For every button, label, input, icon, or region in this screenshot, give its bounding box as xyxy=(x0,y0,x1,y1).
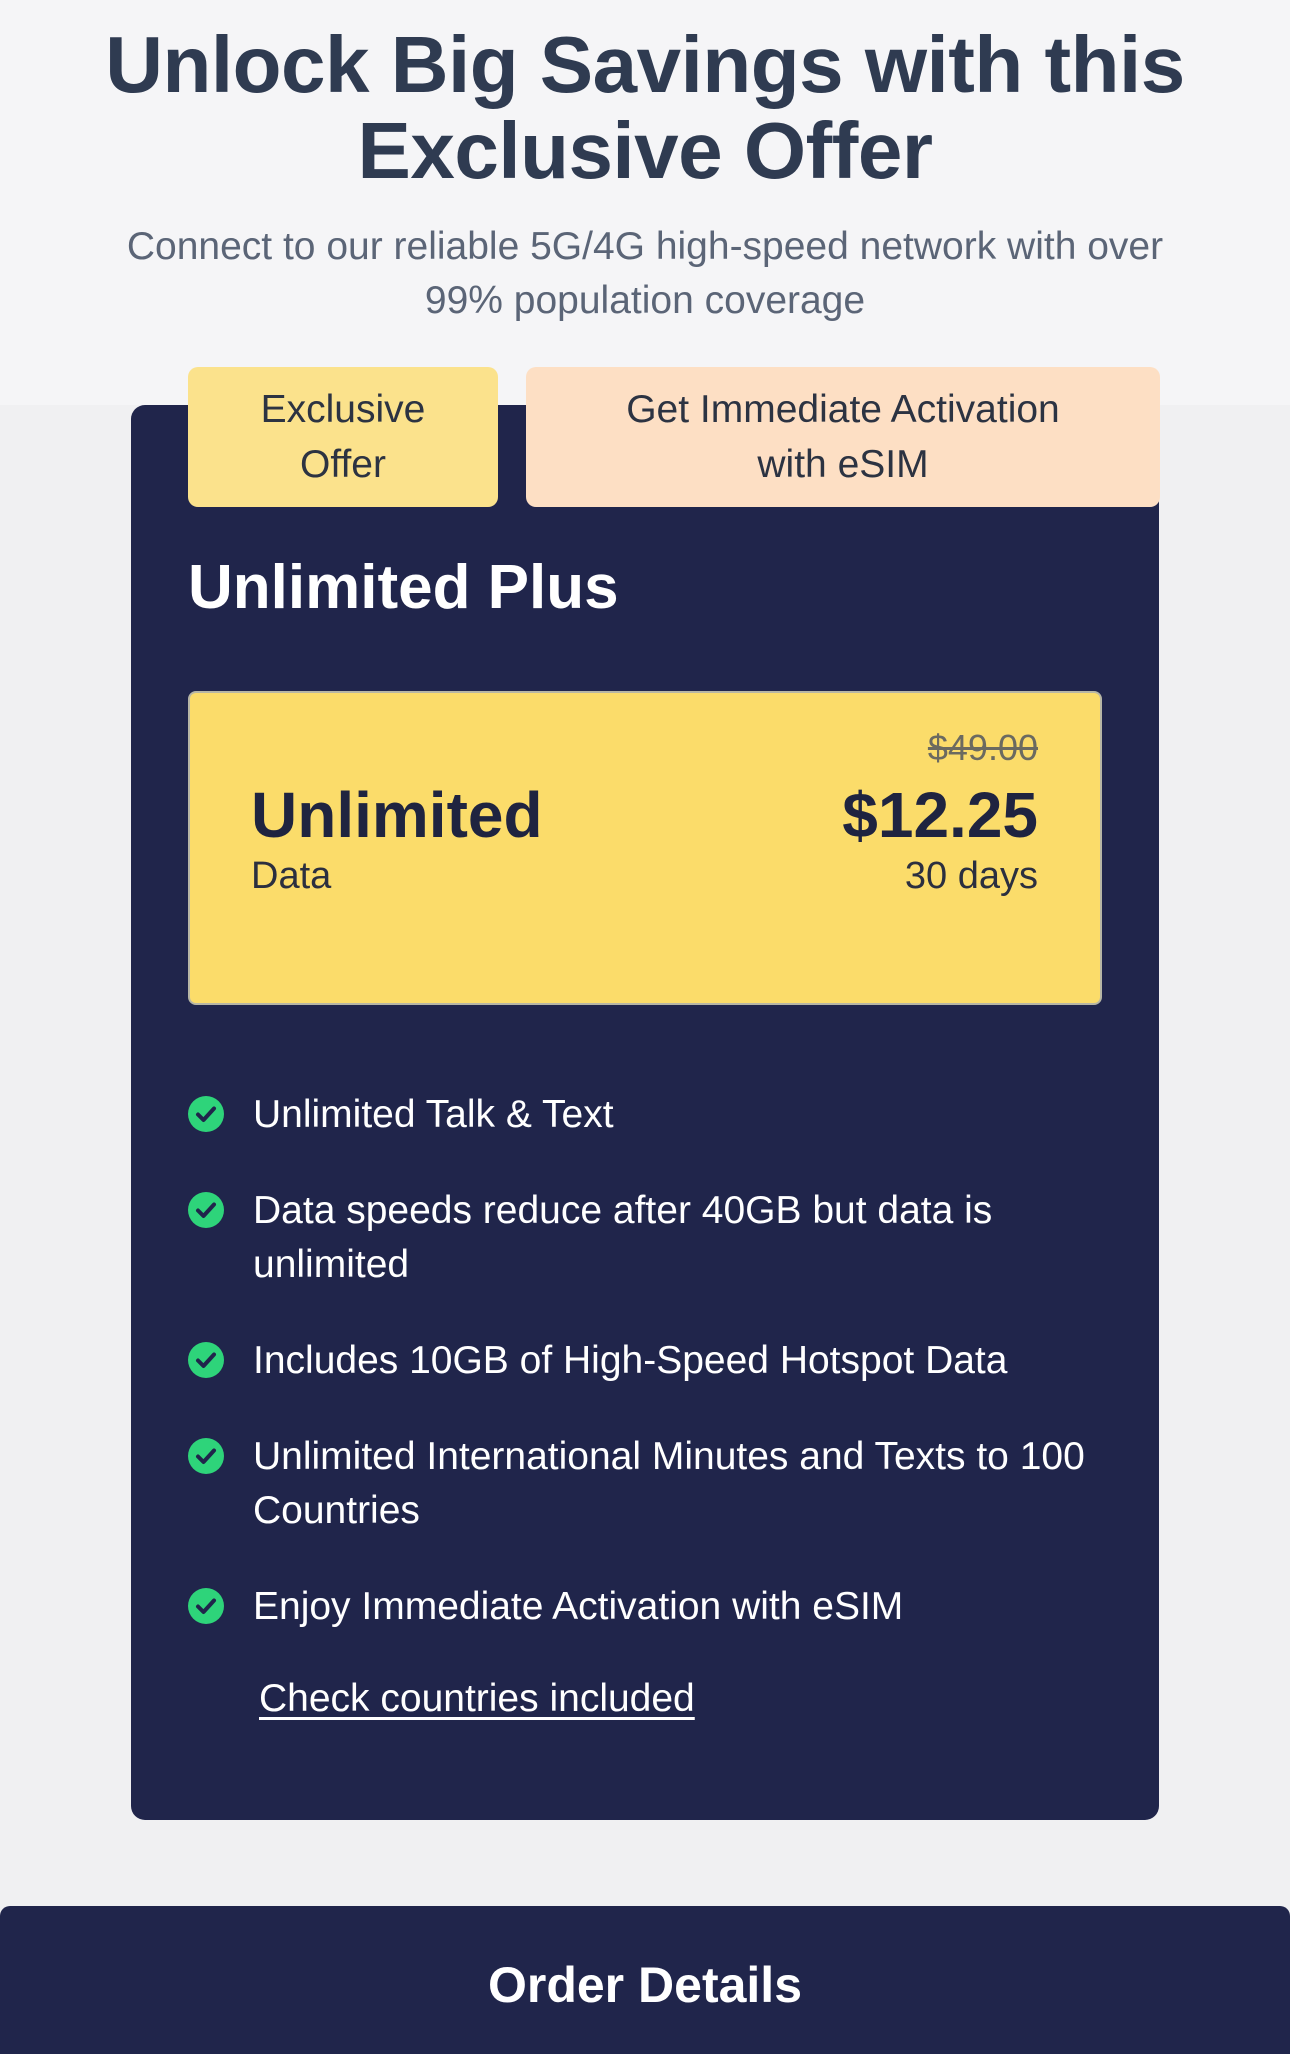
exclusive-offer-tag-label: Exclusive Offer xyxy=(260,388,426,486)
feature-item: Data speeds reduce after 40GB but data i… xyxy=(188,1184,1088,1292)
check-circle-icon xyxy=(188,1192,224,1228)
check-circle-icon xyxy=(188,1438,224,1474)
feature-item: Enjoy Immediate Activation with eSIM xyxy=(188,1580,1088,1634)
feature-item: Includes 10GB of High-Speed Hotspot Data xyxy=(188,1334,1088,1388)
feature-text: Data speeds reduce after 40GB but data i… xyxy=(253,1189,993,1286)
page-subtitle: Connect to our reliable 5G/4G high-speed… xyxy=(126,225,1164,322)
check-countries-link[interactable]: Check countries included xyxy=(259,1677,695,1721)
check-circle-icon xyxy=(188,1342,224,1378)
original-price: $49.00 xyxy=(927,727,1038,768)
check-circle-icon xyxy=(188,1096,224,1132)
feature-text: Includes 10GB of High-Speed Hotspot Data xyxy=(253,1339,1008,1382)
feature-item: Unlimited Talk & Text xyxy=(188,1088,1088,1142)
data-label: Data xyxy=(251,855,332,897)
sale-price: $12.25 xyxy=(842,779,1038,851)
exclusive-offer-tag: Exclusive Offer xyxy=(188,367,498,507)
order-details-bar[interactable]: Order Details xyxy=(0,1906,1290,2054)
order-details-title: Order Details xyxy=(487,1957,802,2013)
data-amount: Unlimited xyxy=(251,779,543,851)
check-circle-icon xyxy=(188,1588,224,1624)
feature-text: Enjoy Immediate Activation with eSIM xyxy=(253,1585,904,1628)
price-box: Unlimited Data $49.00 $12.25 30 days xyxy=(188,691,1102,1005)
feature-item: Unlimited International Minutes and Text… xyxy=(188,1430,1088,1538)
esim-activation-tag: Get Immediate Activation with eSIM xyxy=(526,367,1160,507)
plan-period: 30 days xyxy=(904,855,1038,897)
feature-list: Unlimited Talk & Text Data speeds reduce… xyxy=(188,1088,1088,1676)
esim-activation-tag-label: Get Immediate Activation with eSIM xyxy=(626,388,1060,486)
feature-text: Unlimited Talk & Text xyxy=(253,1093,614,1136)
page-title: Unlock Big Savings with this Exclusive O… xyxy=(105,20,1185,195)
plan-name: Unlimited Plus xyxy=(188,553,619,622)
feature-text: Unlimited International Minutes and Text… xyxy=(253,1435,1085,1532)
